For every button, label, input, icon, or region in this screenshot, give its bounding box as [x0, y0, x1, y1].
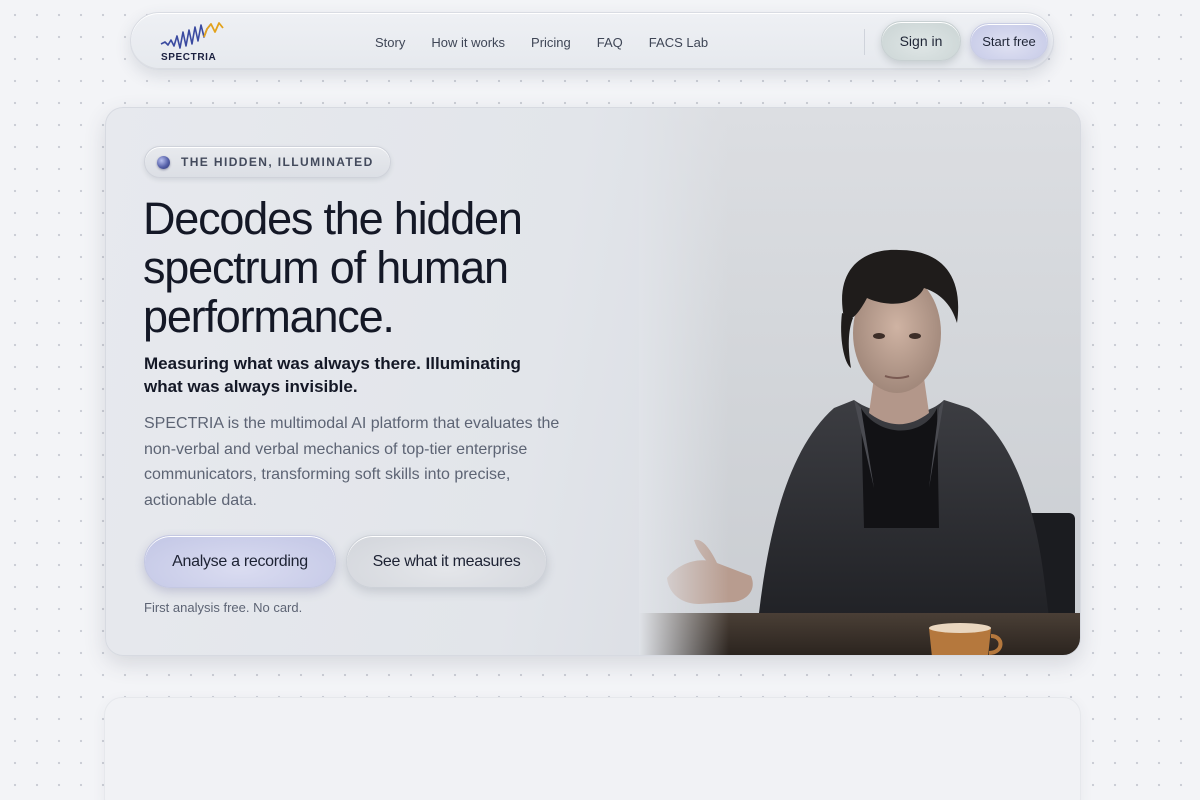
see-what-it-measures-button[interactable]: See what it measures	[346, 535, 547, 588]
eyebrow-badge: THE HIDDEN, ILLUMINATED	[144, 146, 391, 178]
photo-edge-fade	[639, 108, 729, 655]
hero-card: THE HIDDEN, ILLUMINATED Decodes the hidd…	[105, 107, 1081, 656]
nav-link-facs-lab[interactable]: FACS Lab	[649, 35, 708, 50]
top-navbar: SPECTRIA Story How it works Pricing FAQ …	[130, 12, 1054, 70]
nav-link-story[interactable]: Story	[375, 35, 405, 50]
brand-name: SPECTRIA	[161, 52, 217, 63]
sign-in-button[interactable]: Sign in	[881, 21, 961, 61]
nav-link-pricing[interactable]: Pricing	[531, 35, 571, 50]
hero-headline: Decodes the hidden spectrum of human per…	[143, 193, 523, 342]
main-nav: Story How it works Pricing FAQ FACS Lab	[375, 13, 708, 71]
hero-description: SPECTRIA is the multimodal AI platform t…	[144, 415, 560, 509]
start-free-button[interactable]: Start free	[970, 23, 1048, 60]
waveform-logo-icon	[160, 22, 224, 49]
analyse-recording-button[interactable]: Analyse a recording	[144, 535, 336, 588]
free-trial-note: First analysis free. No card.	[144, 600, 303, 615]
nav-divider	[864, 29, 865, 55]
hero-subheadline: Measuring what was always there. Illumin…	[144, 354, 521, 396]
next-section-card	[104, 697, 1081, 800]
brand-logo[interactable]: SPECTRIA	[159, 22, 229, 64]
nav-link-how-it-works[interactable]: How it works	[431, 35, 505, 50]
orb-icon	[157, 156, 170, 169]
nav-link-faq[interactable]: FAQ	[597, 35, 623, 50]
eyebrow-text: THE HIDDEN, ILLUMINATED	[181, 155, 374, 169]
